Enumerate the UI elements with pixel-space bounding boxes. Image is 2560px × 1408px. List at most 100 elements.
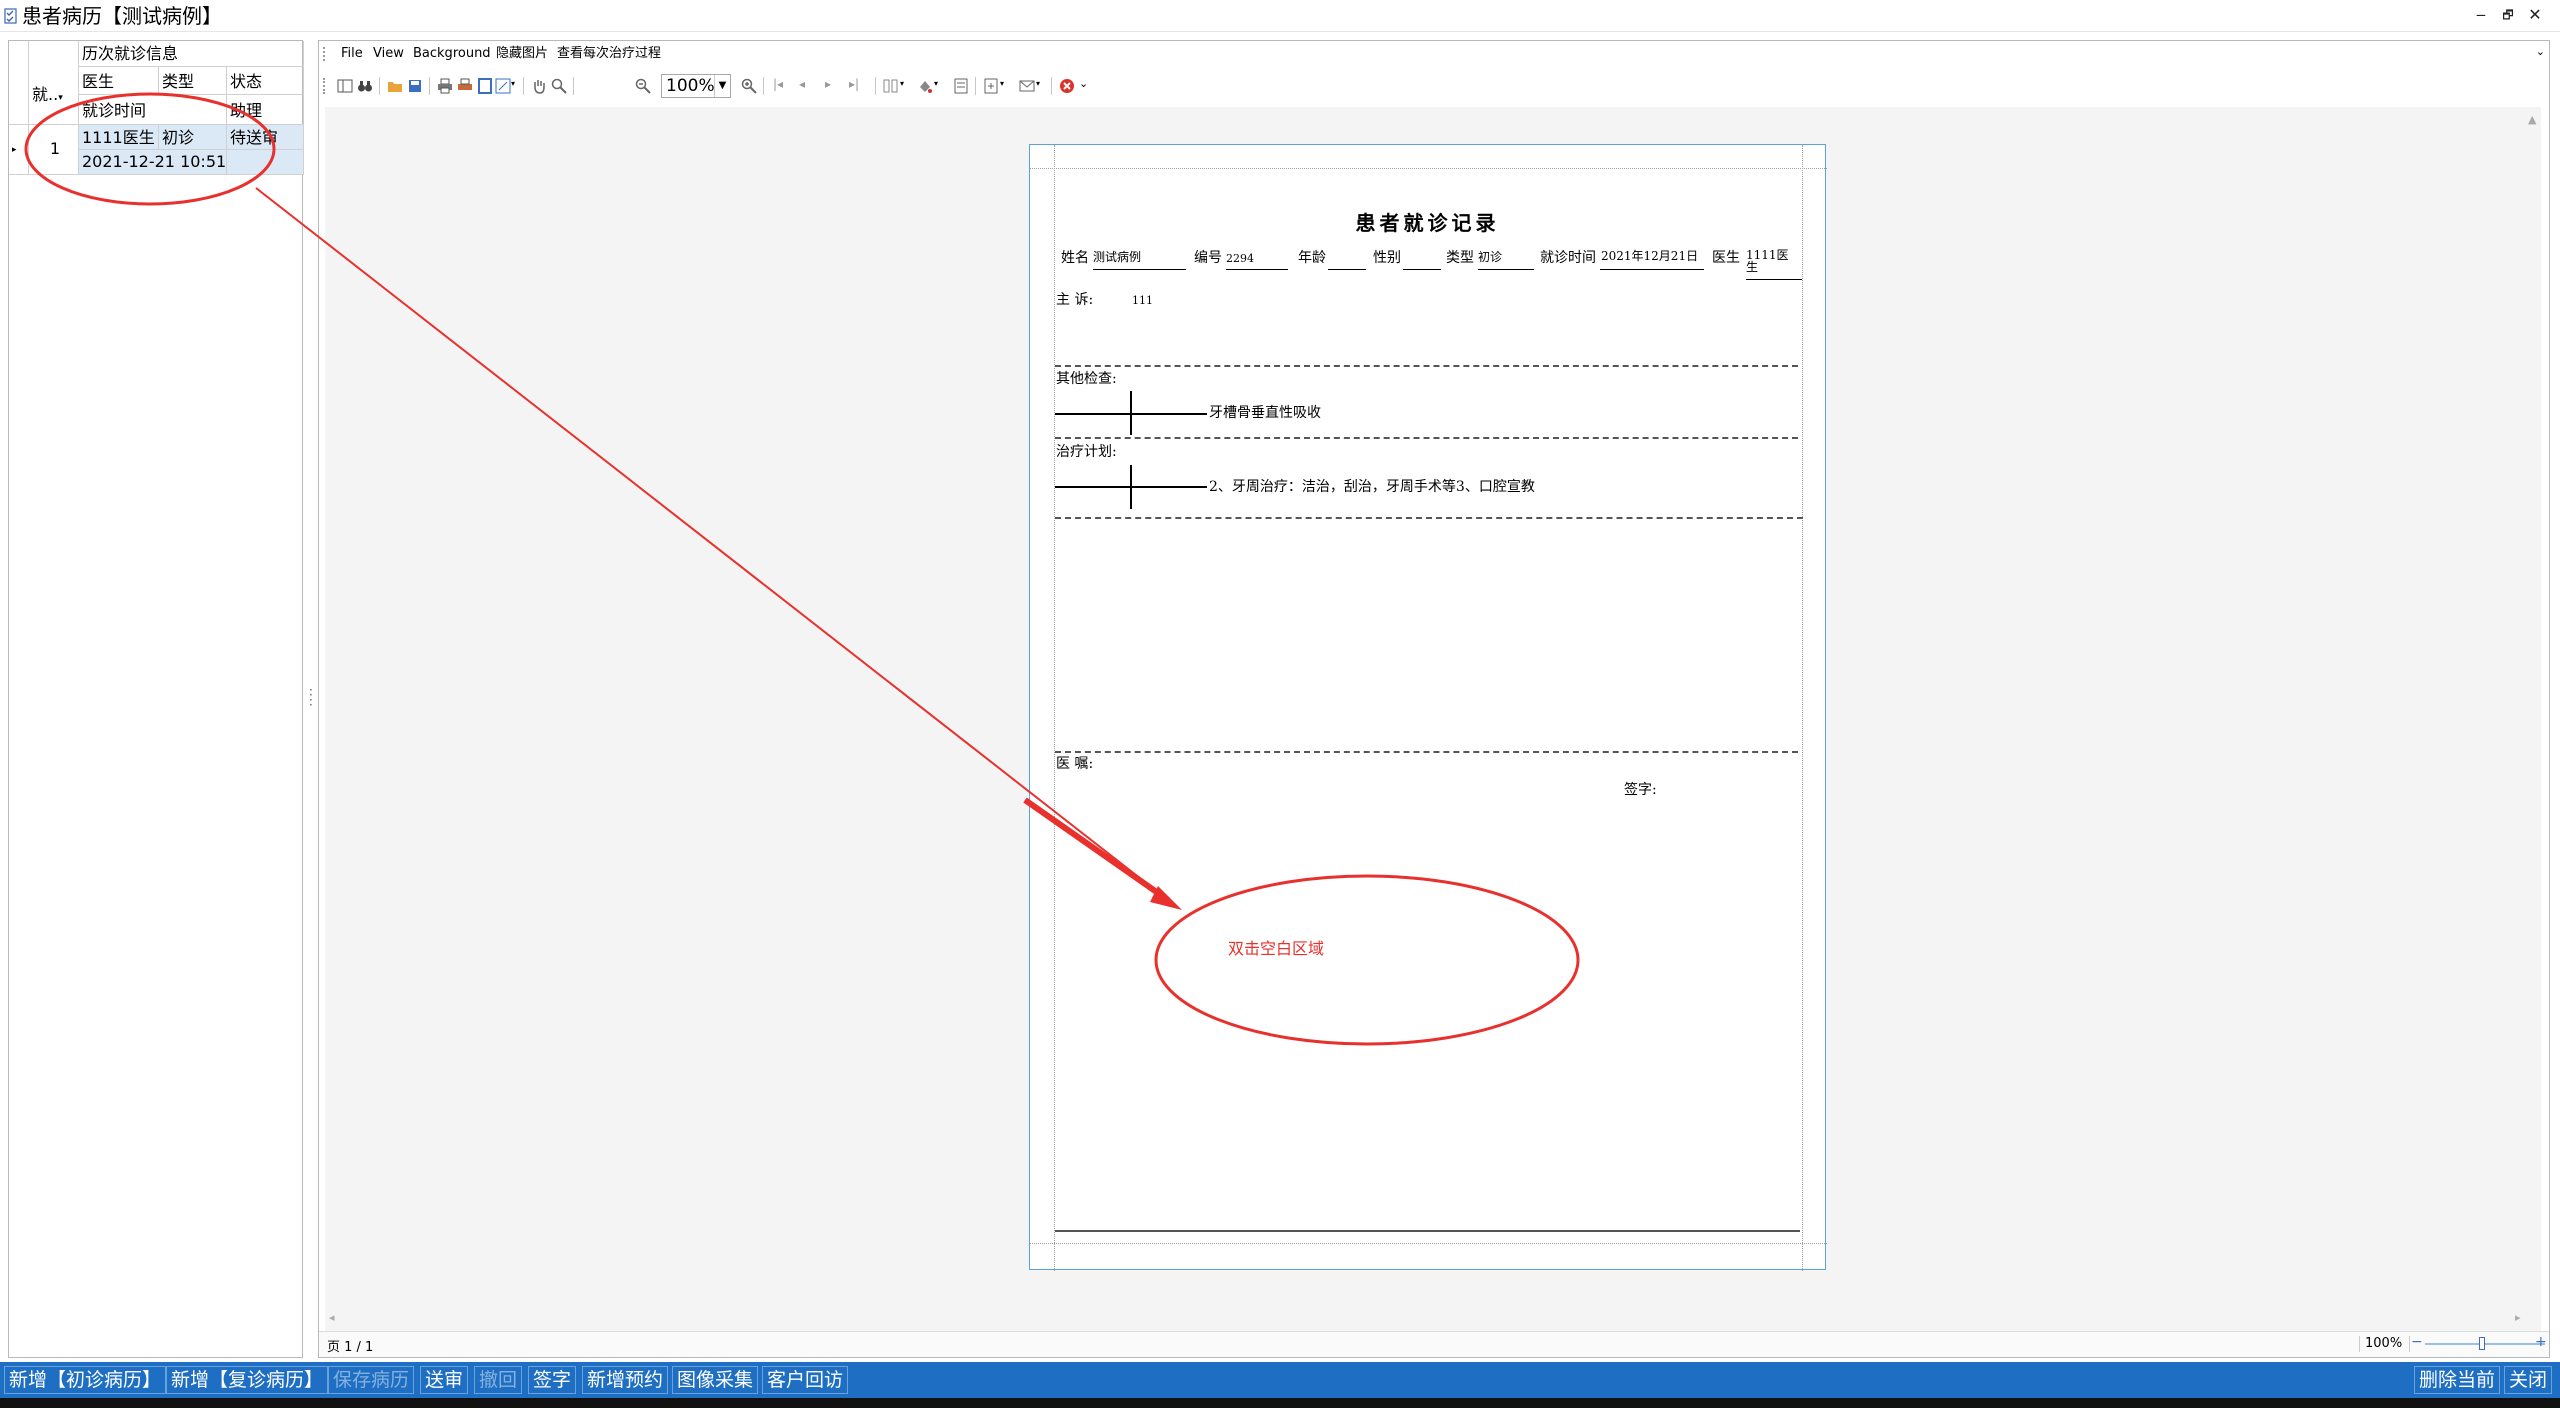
close-button[interactable]: 关闭: [2504, 1366, 2553, 1394]
restore-button[interactable]: 🗗: [2497, 4, 2519, 26]
page-margin-line: [1054, 145, 1055, 1271]
hand-tool-icon[interactable]: [531, 78, 547, 94]
open-folder-icon[interactable]: [387, 78, 403, 94]
tooth-chart-vertical: [1130, 465, 1132, 509]
zoom-slider[interactable]: [2425, 1343, 2545, 1345]
previous-page-icon[interactable]: ◂: [799, 77, 805, 91]
minimize-button[interactable]: ‒: [2470, 4, 2492, 26]
bottom-action-bar: 新增【初诊病历】 新增【复诊病历】 保存病历 送审 撤回 签字 新增预约 图像采…: [0, 1362, 2560, 1398]
menu-grip: [323, 47, 325, 61]
column-header-status[interactable]: 状态: [227, 67, 304, 95]
magnifier-icon[interactable]: [551, 78, 567, 94]
save-record-button[interactable]: 保存病历: [328, 1366, 415, 1394]
section-divider: [1055, 751, 1798, 753]
save-icon[interactable]: [407, 78, 423, 94]
customer-callback-button[interactable]: 客户回访: [762, 1366, 849, 1394]
quick-print-icon[interactable]: [457, 78, 473, 94]
section-divider: [1055, 517, 1803, 519]
column-header-visit[interactable]: 就..▾: [29, 41, 79, 125]
binoculars-icon[interactable]: [357, 78, 373, 94]
toolbar-overflow-icon[interactable]: ⌄: [1079, 77, 1088, 90]
row-pointer-icon: ▸: [9, 125, 29, 175]
section-divider: [1055, 365, 1798, 367]
name-underline: [1093, 269, 1186, 270]
scroll-right-icon[interactable]: ▸: [2515, 1311, 2521, 1324]
toolbar-grip: [323, 78, 325, 94]
new-appointment-button[interactable]: 新增预约: [582, 1366, 669, 1394]
row-status: 待送审: [227, 125, 304, 150]
column-header-doctor[interactable]: 医生: [79, 67, 159, 95]
first-page-icon[interactable]: |◂: [773, 77, 783, 91]
background-dropdown-icon[interactable]: ▾: [934, 79, 938, 88]
zoom-slider-thumb[interactable]: [2479, 1337, 2485, 1350]
document-map-icon[interactable]: [337, 78, 353, 94]
scroll-left-icon[interactable]: ◂: [329, 1311, 335, 1324]
print-icon[interactable]: [437, 78, 453, 94]
menu-hide-images[interactable]: 隐藏图片: [496, 46, 548, 62]
export-dropdown-icon[interactable]: ▾: [1000, 79, 1004, 88]
submit-review-button[interactable]: 送审: [420, 1366, 469, 1394]
signature-label: 签字:: [1624, 782, 1657, 798]
zoom-in-icon[interactable]: [741, 78, 757, 94]
last-page-icon[interactable]: ▸|: [849, 77, 859, 91]
os-taskbar: [0, 1398, 2560, 1408]
email-dropdown-icon[interactable]: ▾: [1036, 79, 1040, 88]
menu-overflow-icon[interactable]: ⌄: [2536, 45, 2545, 58]
image-capture-button[interactable]: 图像采集: [672, 1366, 759, 1394]
zoom-out-icon[interactable]: [635, 78, 651, 94]
export-icon[interactable]: [983, 78, 999, 94]
zoom-in-small-icon[interactable]: +: [2535, 1334, 2547, 1350]
toolbar-separator: [975, 77, 976, 95]
name-label: 姓名: [1061, 250, 1089, 266]
type-underline: [1478, 269, 1534, 270]
status-bar: 页 1 / 1 100% − +: [319, 1331, 2549, 1357]
splitter-handle[interactable]: · · · ·: [309, 684, 313, 711]
multipage-dropdown-icon[interactable]: ▾: [900, 79, 904, 88]
age-label: 年龄: [1298, 250, 1326, 266]
history-panel: 就..▾ 历次就诊信息 医生 类型 状态 就诊时间 助理 ▸ 1 1111医生 …: [8, 40, 304, 1358]
title-bar: 患者病历【测试病例】 ‒ 🗗 ✕: [0, 0, 2560, 32]
zoom-select[interactable]: 100% ▼: [661, 74, 731, 98]
toolbar-separator: [379, 77, 380, 95]
page-margin-line: [1030, 1243, 1827, 1244]
scale-dropdown-icon[interactable]: ▾: [511, 79, 515, 88]
report-page[interactable]: 患者就诊记录 姓名 测试病例 编号 2294 年龄 性别 类型 初诊 就诊时间 …: [1029, 144, 1827, 1271]
new-initial-record-button[interactable]: 新增【初诊病历】: [4, 1366, 167, 1394]
toolbar: ▾ 100% ▼ |◂ ◂ ▸ ▸| ▾ ▾ ▾ ▾ ⌄: [319, 71, 2549, 101]
menu-view[interactable]: View: [373, 46, 404, 62]
scroll-up-icon[interactable]: ▲: [2528, 113, 2536, 126]
close-preview-icon[interactable]: [1059, 78, 1075, 94]
column-header-time[interactable]: 就诊时间: [79, 95, 227, 125]
column-header-type[interactable]: 类型: [159, 67, 227, 95]
next-page-icon[interactable]: ▸: [825, 77, 831, 91]
new-followup-record-button[interactable]: 新增【复诊病历】: [166, 1366, 329, 1394]
advice-label: 医 嘱:: [1056, 756, 1094, 772]
id-value: 2294: [1226, 252, 1254, 265]
close-window-button[interactable]: ✕: [2524, 4, 2546, 26]
sign-button[interactable]: 签字: [528, 1366, 577, 1394]
annotation-hint-text: 双击空白区域: [1228, 939, 1325, 958]
row-time: 2021-12-21 10:51: [79, 150, 227, 175]
menu-view-process[interactable]: 查看每次治疗过程: [557, 46, 661, 62]
background-color-icon[interactable]: [917, 78, 933, 94]
email-icon[interactable]: [1019, 78, 1035, 94]
status-separator: [2409, 1336, 2410, 1352]
doctor-value-line2: 生: [1746, 260, 1759, 274]
group-header-history: 历次就诊信息: [79, 41, 304, 67]
chevron-down-icon[interactable]: ▼: [714, 75, 730, 97]
zoom-out-small-icon[interactable]: −: [2411, 1334, 2423, 1350]
delete-current-button[interactable]: 删除当前: [2414, 1366, 2501, 1394]
menu-background[interactable]: Background: [413, 46, 491, 62]
toolbar-separator: [429, 77, 430, 95]
page-setup-icon[interactable]: [477, 78, 493, 94]
status-separator: [2359, 1336, 2360, 1352]
scale-icon[interactable]: [495, 78, 511, 94]
zoom-value: 100%: [666, 76, 715, 96]
multipage-icon[interactable]: [883, 78, 899, 94]
column-header-assistant[interactable]: 助理: [227, 95, 304, 125]
withdraw-button[interactable]: 撤回: [474, 1366, 523, 1394]
name-value: 测试病例: [1093, 250, 1142, 264]
menu-file[interactable]: File: [341, 46, 363, 62]
other-exam-value: 牙槽骨垂直性吸收: [1209, 405, 1321, 421]
watermark-icon[interactable]: [953, 78, 969, 94]
